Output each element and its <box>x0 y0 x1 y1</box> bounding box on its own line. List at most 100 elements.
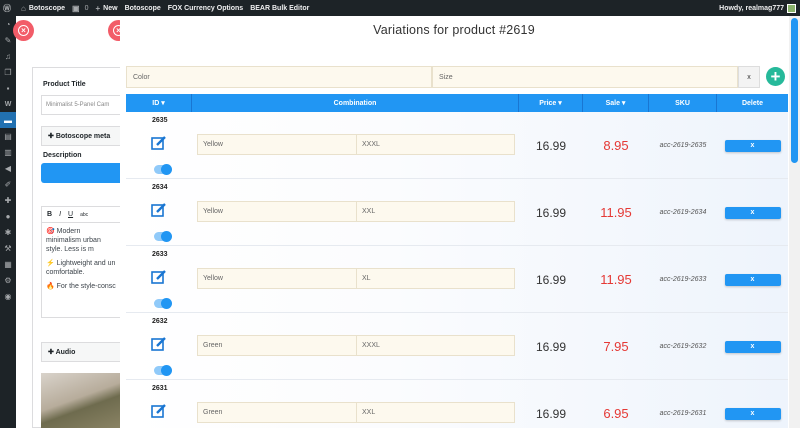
color-select[interactable]: Yellow <box>197 268 357 289</box>
avatar <box>787 3 796 13</box>
adminbar-bear-bulk-editor[interactable]: BEAR Bulk Editor <box>250 5 309 12</box>
new-label: New <box>103 4 118 12</box>
column-sku: SKU <box>649 94 717 112</box>
color-filter-select[interactable]: Color <box>126 66 432 88</box>
color-select[interactable]: Green <box>197 335 357 356</box>
color-select[interactable]: Yellow <box>197 134 357 155</box>
color-select[interactable]: Yellow <box>197 201 357 222</box>
size-filter-select[interactable]: Size <box>432 66 738 88</box>
audio-label: Audio <box>55 349 76 356</box>
column-sale[interactable]: Sale ▾ <box>583 94 649 112</box>
bold-button[interactable]: B <box>47 211 52 218</box>
description-editor[interactable]: 🎯 Modern minimalism urban style. Less is… <box>41 223 121 318</box>
column-delete: Delete <box>741 99 763 107</box>
pages-icon[interactable]: ❐ <box>0 64 16 80</box>
variation-filter: Color Size x <box>126 66 760 88</box>
table-row: 2635 Yellow XXXL 16.99 8.95 acc-2619-263… <box>126 112 788 179</box>
marketing-icon[interactable]: ◀ <box>0 160 16 176</box>
plus-icon: + <box>770 67 781 86</box>
botoscope-meta-label: Botoscope meta <box>55 133 111 140</box>
strikethrough-button[interactable]: abc <box>80 212 88 218</box>
price-value[interactable]: 16.99 <box>519 313 583 380</box>
appearance-icon[interactable]: ✐ <box>0 176 16 192</box>
woo-icon[interactable]: W <box>0 96 16 112</box>
clear-filter-button[interactable]: x <box>738 66 760 88</box>
column-combination: Combination <box>192 94 519 112</box>
delete-button[interactable]: x <box>724 139 781 152</box>
botoscope-meta-button[interactable]: ✚ Botoscope meta <box>41 126 121 146</box>
analytics-icon[interactable]: ▥ <box>0 144 16 160</box>
payments-icon[interactable]: ▤ <box>0 128 16 144</box>
comments-icon[interactable]: ▪ <box>0 80 16 96</box>
editor-tab-button[interactable] <box>41 163 121 183</box>
table-row: 2631 Green XXL 16.99 6.95 acc-2619-2631 … <box>126 380 788 428</box>
enabled-toggle[interactable] <box>154 298 172 309</box>
wordpress-logo[interactable]: Ⓦ <box>3 3 14 14</box>
users-icon[interactable]: ● <box>0 208 16 224</box>
modal-scrollbar[interactable] <box>789 16 800 428</box>
size-select[interactable]: XXXL <box>356 134 515 155</box>
sale-value[interactable]: 7.95 <box>583 313 649 380</box>
settings-icon[interactable]: ⚒ <box>0 240 16 256</box>
circle-icon[interactable]: ◉ <box>0 288 16 304</box>
delete-button[interactable]: x <box>724 340 781 353</box>
price-value[interactable]: 16.99 <box>519 179 583 246</box>
size-select[interactable]: XXXL <box>356 335 515 356</box>
delete-button[interactable]: x <box>724 407 781 420</box>
adminbar-fox-currency[interactable]: FOX Currency Options <box>168 5 243 12</box>
sku-value[interactable]: acc-2619-2633 <box>649 246 717 313</box>
italic-button[interactable]: I <box>59 211 61 218</box>
edit-icon[interactable] <box>151 269 167 285</box>
enabled-toggle[interactable] <box>154 231 172 242</box>
edit-icon[interactable] <box>151 202 167 218</box>
sku-value[interactable]: acc-2619-2635 <box>649 112 717 179</box>
column-id[interactable]: ID ▾ <box>126 94 192 112</box>
plugins-icon[interactable]: ✚ <box>0 192 16 208</box>
close-popup-button[interactable]: × <box>13 20 34 41</box>
variation-id: 2632 <box>152 318 168 325</box>
add-variation-button[interactable]: + <box>766 67 785 86</box>
comments-link[interactable]: ▣ 0 <box>72 4 88 13</box>
delete-button[interactable]: x <box>724 206 781 219</box>
audio-button[interactable]: ✚ Audio <box>41 342 121 362</box>
gear-icon[interactable]: ⚙ <box>0 272 16 288</box>
underline-button[interactable]: U <box>68 211 73 218</box>
sku-value[interactable]: acc-2619-2631 <box>649 380 717 428</box>
color-select[interactable]: Green <box>197 402 357 423</box>
edit-icon[interactable] <box>151 135 167 151</box>
edit-icon[interactable] <box>151 403 167 419</box>
grid-icon[interactable]: ▦ <box>0 256 16 272</box>
edit-icon[interactable] <box>151 336 167 352</box>
variations-modal: Variations for product #2619 Color Size … <box>120 16 800 428</box>
size-select[interactable]: XXL <box>356 201 515 222</box>
sale-value[interactable]: 11.95 <box>583 179 649 246</box>
price-value[interactable]: 16.99 <box>519 246 583 313</box>
adminbar-botoscope[interactable]: Botoscope <box>125 5 161 12</box>
site-name-link[interactable]: ⌂ Botoscope <box>21 4 65 13</box>
size-select[interactable]: XXL <box>356 402 515 423</box>
price-value[interactable]: 16.99 <box>519 112 583 179</box>
price-value[interactable]: 16.99 <box>519 380 583 428</box>
sale-value[interactable]: 8.95 <box>583 112 649 179</box>
new-content-link[interactable]: + New <box>95 4 117 13</box>
enabled-toggle[interactable] <box>154 365 172 376</box>
size-select[interactable]: XL <box>356 268 515 289</box>
media-icon[interactable]: ♫ <box>0 48 16 64</box>
plus-icon: + <box>95 3 101 13</box>
sku-value[interactable]: acc-2619-2634 <box>649 179 717 246</box>
product-title-input[interactable]: Minimalist 5-Panel Cam <box>41 95 121 115</box>
products-icon[interactable]: ▬ <box>0 112 16 128</box>
greeting: Howdy, realmag777 <box>719 4 784 12</box>
enabled-toggle[interactable] <box>154 164 172 175</box>
user-account-link[interactable]: Howdy, realmag777 <box>719 3 796 13</box>
tools-icon[interactable]: ✱ <box>0 224 16 240</box>
scrollbar-thumb[interactable] <box>791 18 798 163</box>
sale-value[interactable]: 11.95 <box>583 246 649 313</box>
delete-button[interactable]: x <box>724 273 781 286</box>
site-name: Botoscope <box>28 4 66 12</box>
column-price[interactable]: Price ▾ <box>519 94 583 112</box>
sku-value[interactable]: acc-2619-2632 <box>649 313 717 380</box>
close-icon: × <box>18 25 29 36</box>
sale-value[interactable]: 6.95 <box>583 380 649 428</box>
product-title-label: Product Title <box>43 81 86 88</box>
